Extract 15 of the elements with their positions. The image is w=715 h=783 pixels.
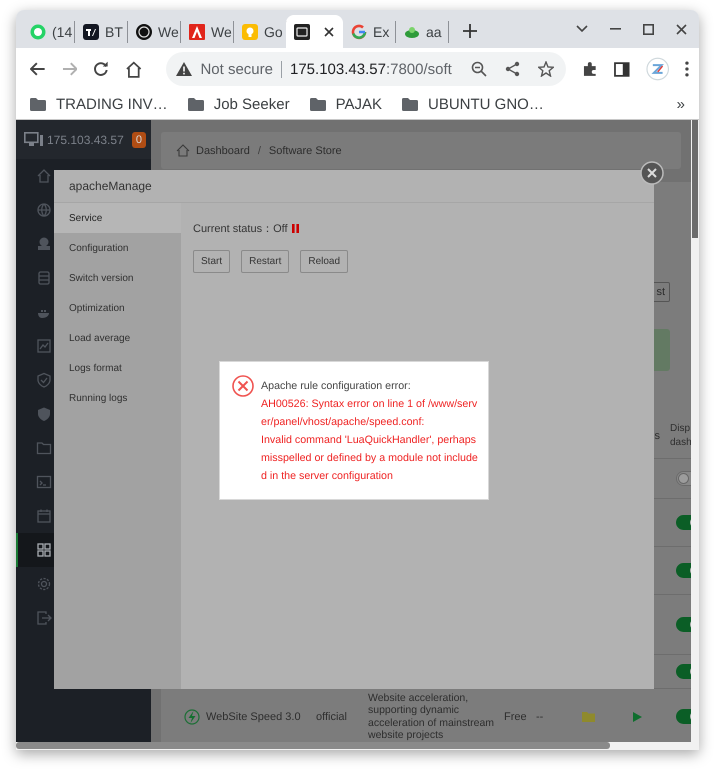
column-header: s [654,430,660,442]
expiry-date: -- [536,710,544,722]
plugin-type: official [316,710,347,722]
plugin-description: Website acceleration, supporting dynamic acceleration of mainstream website projects [368,692,496,742]
count-badge: 0 [132,132,146,148]
server-address: 175.103.43.57 [47,132,124,146]
status-text: Current status：Off [193,222,288,236]
url-text: 175.103.43.57:7800/soft [290,60,452,78]
error-detail: Invalid command 'LuaQuickHandler', perhaps misspelled or defined by a module not included in the server configuration [261,433,478,484]
column-header: Disp dash [670,422,691,450]
error-detail: AH00526: Syntax error on line 1 of /www/server/panel/vhost/apache/speed.conf: [261,397,478,430]
plugin-price: Free [504,710,527,722]
error-title: Apache rule configuration error: [261,379,412,394]
security-label: Not secure [200,60,282,78]
breadcrumb-separator: / [256,144,262,156]
